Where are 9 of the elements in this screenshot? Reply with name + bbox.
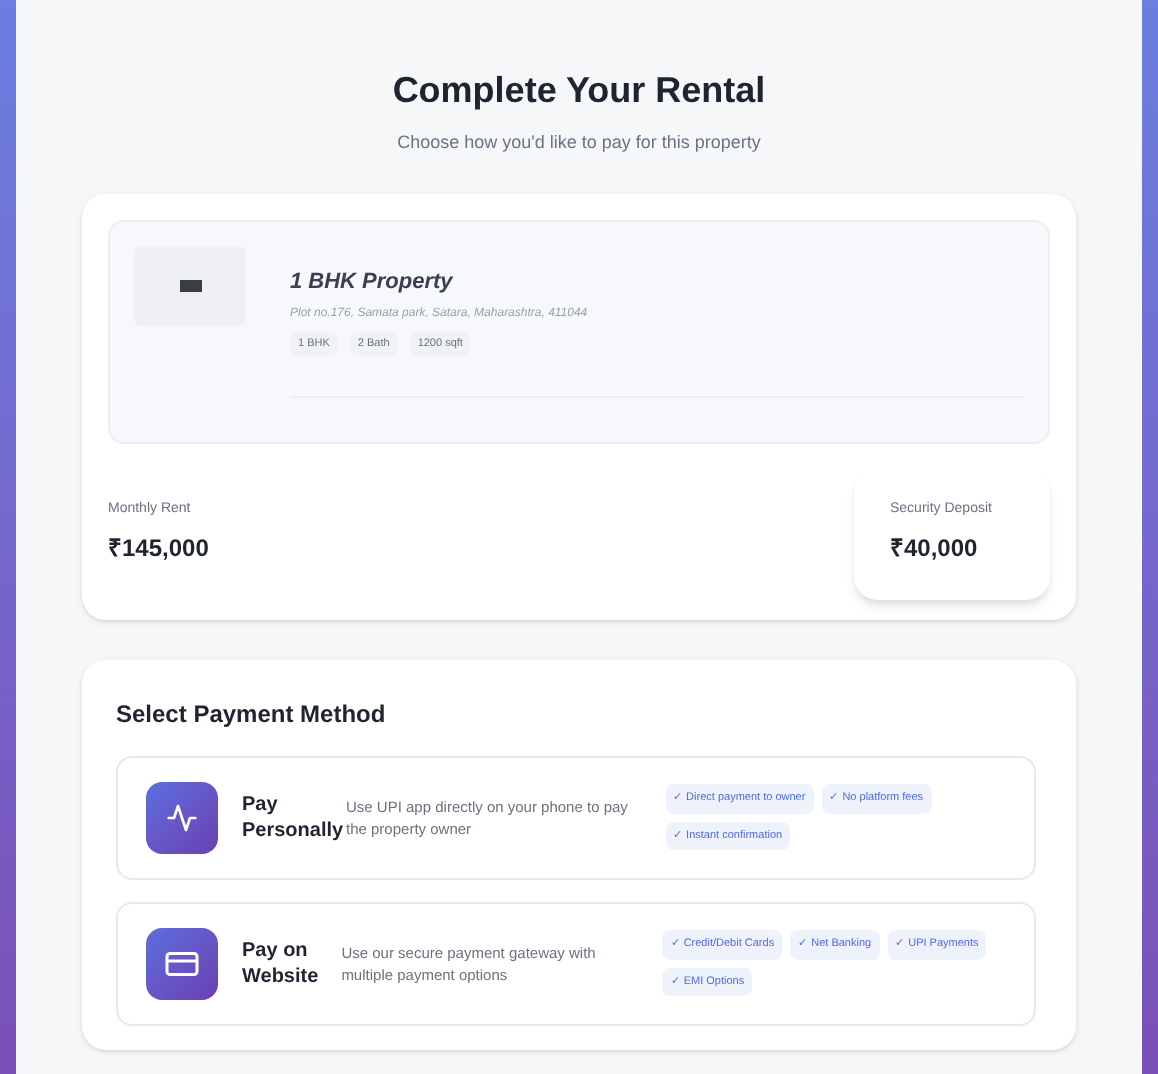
method-name: Pay Personally: [242, 791, 342, 843]
page-title: Complete Your Rental: [392, 68, 766, 114]
page-subtitle: Choose how you'd like to pay for this property: [397, 130, 761, 156]
pulse-icon: [166, 801, 198, 833]
deposit-value: ₹40,000: [890, 531, 980, 566]
property-name: 1 BHK Property: [290, 267, 455, 297]
payment-title: Select Payment Method: [116, 697, 388, 731]
rent-value: ₹145,000: [108, 531, 209, 566]
method-name: Pay on Website: [242, 937, 321, 989]
